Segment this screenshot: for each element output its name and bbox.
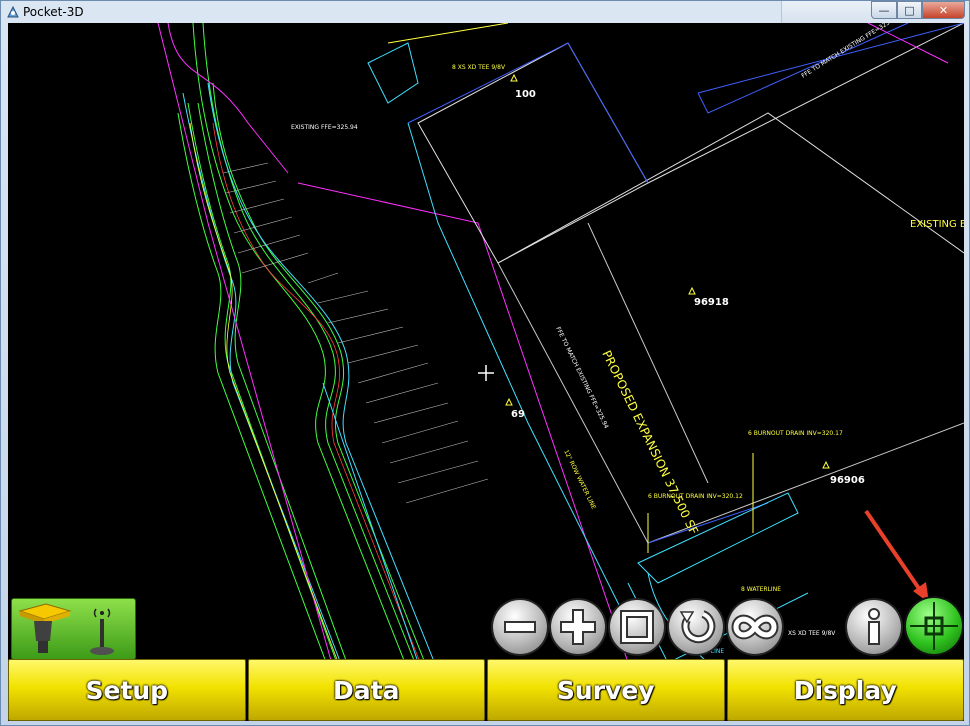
burnout-drain-2-label: 6 BURNOUT DRAIN INV=320.12 [648,493,743,500]
info-icon [868,608,880,645]
point-label-100: 100 [515,89,536,100]
setup-button[interactable]: Setup [8,659,246,721]
point-label-96918: 96918 [694,297,729,308]
point-label-96906: 96906 [830,475,865,486]
main-menu-bar: Setup Data Survey Display [8,659,964,721]
zoom-out-button[interactable] [493,600,547,654]
burnout-drain-label: 6 BURNOUT DRAIN INV=320.17 [748,430,843,437]
minimize-button[interactable]: — [871,1,897,19]
data-button[interactable]: Data [247,659,485,721]
survey-label: Survey [556,675,655,705]
rotate-icon [679,610,716,644]
tee-bottom-label: XS XD TEE 9/8V [788,630,836,637]
link-button[interactable] [728,600,782,654]
info-button[interactable] [847,600,901,654]
map-canvas[interactable]: 100 96918 69 96906 EXISTING FFE=325.94 8… [8,23,964,721]
gps-status-panel[interactable] [11,598,136,660]
existing-building-label: EXISTING E [910,219,964,230]
ffe-match-top-label: FFE TO MATCH EXISTING FFE=325.9 [800,23,896,80]
gps-receiver-icon [18,603,114,655]
ffe-match-mid-label: FFE TO MATCH EXISTING FFE=325.94 [554,326,610,430]
annotation-arrow [864,509,929,603]
point-label-69: 69 [511,409,525,420]
app-window: Pocket-3D — □ ✕ 100 96918 69 96906 EXIST… [0,0,970,726]
background-window-tab [781,1,880,23]
plus-icon [560,609,596,645]
setup-label: Setup [85,675,169,705]
window-controls: — □ ✕ [871,1,965,19]
cad-drawing: 100 96918 69 96906 EXISTING FFE=325.94 8… [157,23,964,721]
data-label: Data [333,675,400,705]
survey-button[interactable]: Survey [487,659,725,721]
rotate-button[interactable] [669,600,723,654]
close-button[interactable]: ✕ [922,1,965,19]
app-icon [7,5,19,18]
existing-ffe-label: EXISTING FFE=325.94 [291,124,358,131]
display-label: Display [793,675,897,705]
zoom-in-button[interactable] [551,600,605,654]
proposed-expansion-label: PROPOSED EXPANSION 37,500 SF [599,348,701,537]
display-button[interactable]: Display [726,659,964,721]
window-title: Pocket-3D [23,5,84,19]
title-bar[interactable]: Pocket-3D — □ ✕ [1,1,969,23]
tee-label: 8 XS XD TEE 9/8V [452,64,506,71]
square-icon [620,610,654,644]
waterline-label: 8 WATERLINE [741,586,781,593]
minus-icon [504,621,536,633]
maximize-button[interactable]: □ [897,1,922,19]
gps-center-button[interactable] [906,598,962,654]
map-cursor [478,365,494,381]
infinity-icon [731,614,779,640]
zoom-extents-button[interactable] [610,600,664,654]
crosshair-icon [910,602,958,650]
